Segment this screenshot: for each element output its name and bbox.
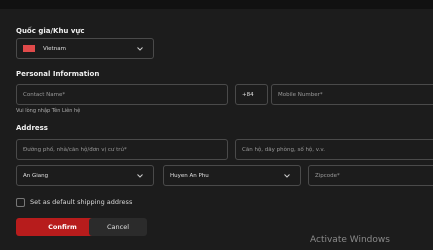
chevron-down-icon xyxy=(284,174,290,178)
default-shipping-label[interactable]: Set as default shipping address xyxy=(30,198,132,206)
chevron-down-icon xyxy=(137,47,143,51)
country-select[interactable]: Vietnam xyxy=(16,38,154,59)
top-bar xyxy=(0,0,433,9)
district-select[interactable]: Huyen An Phu xyxy=(163,165,301,186)
province-value: An Giang xyxy=(23,172,49,179)
mobile-number-input[interactable]: Mobile Number* xyxy=(271,84,433,105)
district-value: Huyen An Phu xyxy=(170,172,209,179)
zipcode-input[interactable]: Zipcode* xyxy=(308,165,433,186)
province-select[interactable]: An Giang xyxy=(16,165,154,186)
default-shipping-checkbox[interactable] xyxy=(16,198,25,207)
contact-name-helper: Vui lòng nhập Tên Liên hệ xyxy=(16,108,81,114)
address-title: Address xyxy=(16,124,48,132)
cancel-button[interactable]: Cancel xyxy=(89,218,147,236)
country-code-field[interactable]: +84 xyxy=(235,84,268,105)
contact-name-input[interactable]: Contact Name* xyxy=(16,84,228,105)
apartment-input[interactable]: Căn hộ, dãy phòng, số hộ, v.v. xyxy=(235,139,433,160)
region-title: Quốc gia/Khu vực xyxy=(16,27,85,35)
contact-name-placeholder: Contact Name* xyxy=(23,91,66,98)
vietnam-flag-icon xyxy=(23,45,35,52)
street-input[interactable]: Đường phố, nhà/căn hộ/đơn vị cư trú* xyxy=(16,139,228,160)
country-code-value: +84 xyxy=(242,91,254,98)
zipcode-placeholder: Zipcode* xyxy=(315,172,340,179)
apartment-placeholder: Căn hộ, dãy phòng, số hộ, v.v. xyxy=(242,146,325,153)
street-placeholder: Đường phố, nhà/căn hộ/đơn vị cư trú* xyxy=(23,146,127,153)
chevron-down-icon xyxy=(137,174,143,178)
mobile-number-placeholder: Mobile Number* xyxy=(278,91,323,98)
country-value: Vietnam xyxy=(43,45,66,52)
activate-windows-watermark: Activate Windows xyxy=(310,235,390,245)
personal-info-title: Personal Information xyxy=(16,70,100,78)
